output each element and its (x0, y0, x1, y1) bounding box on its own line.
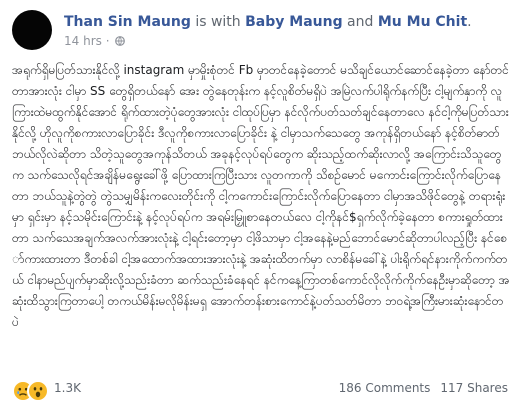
period-text: . (467, 14, 472, 30)
comments-count[interactable]: 186 Comments (339, 381, 431, 395)
post-header: Than Sin Maung is with Baby Maung and Mu… (12, 8, 508, 52)
globe-icon (115, 35, 126, 46)
post-card: Than Sin Maung is with Baby Maung and Mu… (0, 0, 520, 413)
post-author-line: Than Sin Maung is with Baby Maung and Mu… (64, 13, 472, 31)
tagged-user-2[interactable]: Mu Mu Chit (378, 14, 467, 30)
post-text: အရုက်ရှိမပြတ်သားနိုင်လို့ instagram မှာမ… (12, 63, 510, 329)
post-timestamp[interactable]: 14 hrs (64, 34, 102, 48)
post-meta: 14 hrs · (64, 34, 126, 48)
with-text: is with (190, 14, 246, 30)
tagged-user-1[interactable]: Baby Maung (245, 14, 342, 30)
meta-separator: · (101, 34, 114, 48)
post-footer: 1.3K 186 Comments 117 Shares (12, 374, 508, 406)
and-text: and (342, 14, 378, 30)
author-name[interactable]: Than Sin Maung (64, 14, 191, 30)
wow-face-icon (27, 380, 49, 402)
shares-count[interactable]: 117 Shares (440, 381, 508, 395)
avatar[interactable] (12, 10, 52, 50)
post-stats: 186 Comments 117 Shares (339, 381, 508, 395)
reaction-count[interactable]: 1.3K (54, 381, 81, 395)
